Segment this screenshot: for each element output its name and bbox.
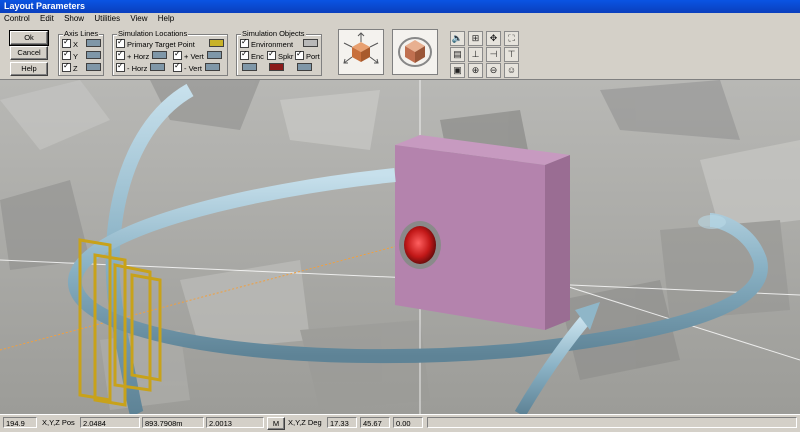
axis-z-color[interactable] (85, 63, 101, 71)
axis-y-checkbox[interactable] (62, 49, 71, 60)
plus-vert-checkbox[interactable] (173, 49, 182, 60)
enc-color[interactable] (242, 63, 257, 71)
axis-x-checkbox[interactable] (62, 37, 71, 48)
ok-button[interactable]: Ok (9, 30, 49, 46)
simulation-objects-title: Simulation Objects (241, 29, 306, 39)
axes-view-icon[interactable] (338, 29, 384, 75)
status-bar: 194.9 X,Y,Z Pos 2.0484 893.7908m 2.0013 … (0, 414, 800, 432)
simulation-locations-group: Simulation Locations Primary Target Poin… (112, 29, 228, 76)
environment-color[interactable] (303, 39, 319, 47)
pos-z-field: 2.0013 (206, 417, 264, 428)
pos-label: X,Y,Z Pos (42, 418, 75, 427)
square-icon[interactable]: ▣ (450, 63, 465, 78)
plus-horz-checkbox[interactable] (116, 49, 125, 60)
speaker-icon[interactable]: 🔈 (450, 31, 465, 46)
spkr-checkbox[interactable] (267, 49, 276, 60)
tree-icon[interactable]: ⊤ (504, 47, 519, 62)
axis-x-color[interactable] (86, 39, 102, 47)
environment-checkbox[interactable] (240, 37, 249, 48)
menu-bar: Control Edit Show Utilities View Help (0, 13, 800, 25)
axis-z-label: Z (73, 64, 78, 73)
face-icon[interactable]: ☺ (504, 63, 519, 78)
pan-icon[interactable]: ✥ (486, 31, 501, 46)
zoom-in-icon[interactable]: ⊕ (468, 63, 483, 78)
3d-viewport[interactable] (0, 80, 800, 414)
rotate-view-icon[interactable] (392, 29, 438, 75)
port-color[interactable] (297, 63, 312, 71)
enc-label: Enc (251, 52, 264, 61)
menu-control[interactable]: Control (0, 13, 34, 25)
deg-z-field: 0.00 (393, 417, 423, 428)
port-checkbox[interactable] (295, 49, 304, 60)
status-message (427, 417, 797, 428)
minus-horz-checkbox[interactable] (116, 61, 125, 72)
axis-x-label: X (73, 40, 79, 49)
primary-target-label: Primary Target Point (127, 40, 195, 49)
environment-label: Environment (251, 40, 294, 49)
align-icon[interactable]: ⊣ (486, 47, 501, 62)
menu-utilities[interactable]: Utilities (90, 13, 124, 25)
spkr-label: Spkr (278, 52, 294, 61)
minus-horz-label: - Horz (127, 64, 148, 73)
cancel-button[interactable]: Cancel (10, 46, 48, 60)
simulation-objects-group: Simulation Objects Environment Enc Spkr … (236, 29, 322, 76)
menu-view[interactable]: View (126, 13, 151, 25)
grid-icon[interactable]: ⊞ (468, 31, 483, 46)
status-value1: 194.9 (3, 417, 37, 428)
corner-icon[interactable]: ⊥ (468, 47, 483, 62)
menu-edit[interactable]: Edit (36, 13, 58, 25)
plus-vert-color[interactable] (206, 51, 222, 59)
minus-horz-color[interactable] (150, 63, 166, 71)
plus-horz-color[interactable] (152, 51, 168, 59)
deg-y-field: 45.67 (360, 417, 390, 428)
simulation-locations-title: Simulation Locations (117, 29, 189, 39)
axis-y-label: Y (73, 52, 79, 61)
deg-x-field: 17.33 (327, 417, 357, 428)
page-icon[interactable]: ▤ (450, 47, 465, 62)
pos-y-field: 893.7908m (142, 417, 204, 428)
plus-horz-label: + Horz (127, 52, 150, 61)
deg-label: X,Y,Z Deg (288, 418, 322, 427)
axis-z-checkbox[interactable] (62, 61, 71, 72)
toolbar: Ok Cancel Help Axis Lines X Y Z Simulati… (0, 25, 800, 80)
axis-y-color[interactable] (86, 51, 102, 59)
title-bar: Layout Parameters (0, 0, 800, 13)
plus-vert-label: + Vert (184, 52, 204, 61)
m-button[interactable]: M (267, 417, 285, 430)
enc-checkbox[interactable] (240, 49, 249, 60)
window-title: Layout Parameters (4, 1, 86, 11)
zoom-out-icon[interactable]: ⊖ (486, 63, 501, 78)
menu-help[interactable]: Help (154, 13, 178, 25)
port-label: Port (306, 52, 320, 61)
menu-show[interactable]: Show (60, 13, 88, 25)
pos-x-field: 2.0484 (80, 417, 140, 428)
primary-target-checkbox[interactable] (116, 37, 125, 48)
minus-vert-checkbox[interactable] (173, 61, 182, 72)
help-button[interactable]: Help (10, 62, 48, 76)
primary-target-color[interactable] (208, 39, 224, 47)
spkr-color[interactable] (269, 63, 284, 71)
fit-icon[interactable]: ⛶ (504, 31, 519, 46)
minus-vert-label: - Vert (184, 64, 202, 73)
axis-lines-group: Axis Lines X Y Z (58, 29, 104, 76)
minus-vert-color[interactable] (204, 63, 220, 71)
